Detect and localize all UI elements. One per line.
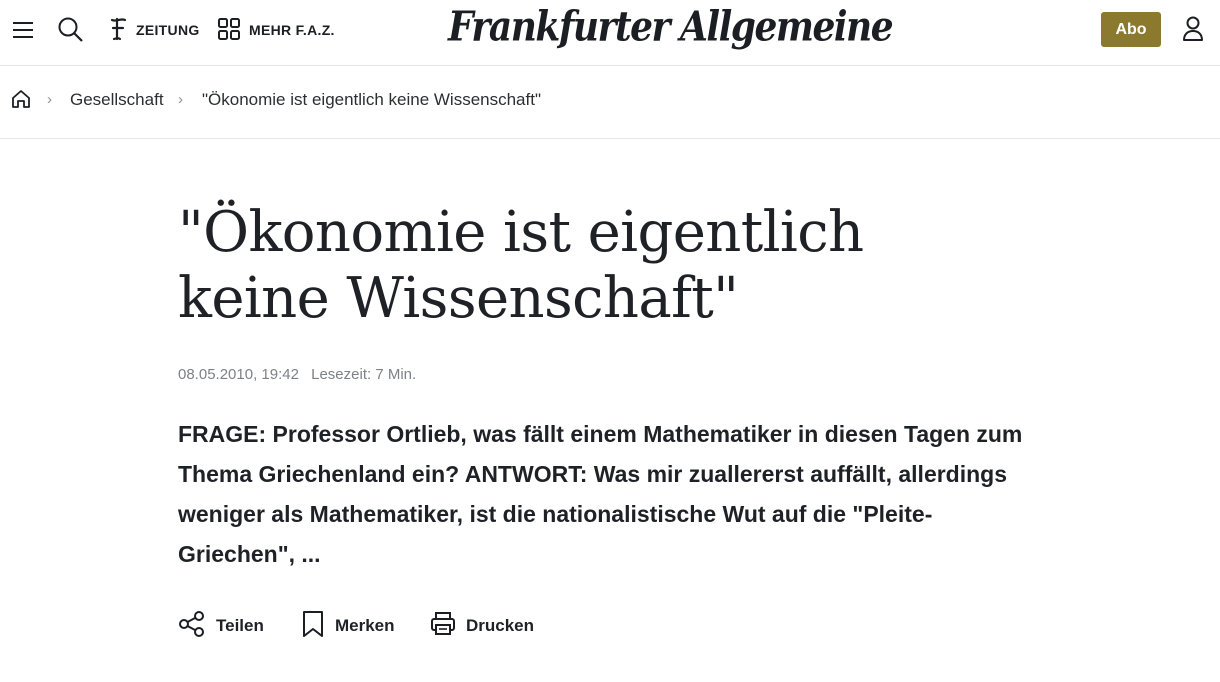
nav-zeitung-label: ZEITUNG xyxy=(136,22,200,38)
print-icon xyxy=(430,610,456,643)
bookmark-label: Merken xyxy=(335,616,395,635)
article-title: "Ökonomie ist eigentlich keine Wissensch… xyxy=(178,200,864,331)
print-label: Drucken xyxy=(466,616,535,635)
search-icon[interactable] xyxy=(57,15,85,45)
faz-f-icon xyxy=(108,16,128,45)
breadcrumb-current-article: "Ökonomie ist eigentlich keine Wissensch… xyxy=(202,90,541,109)
nav-zeitung[interactable]: ZEITUNG xyxy=(108,17,200,43)
share-label: Teilen xyxy=(216,616,264,635)
article-teaser: FRAGE: Professor Ortlieb, was fällt eine… xyxy=(178,421,1023,567)
share-icon xyxy=(178,610,206,643)
breadcrumb-separator: › xyxy=(47,91,52,108)
home-icon[interactable] xyxy=(10,88,32,110)
article-date: 08.05.2010, 19:42 xyxy=(178,366,299,383)
user-icon[interactable] xyxy=(1180,15,1206,43)
breadcrumb-gesellschaft[interactable]: Gesellschaft xyxy=(70,90,164,110)
abo-button[interactable]: Abo xyxy=(1101,12,1161,47)
bookmark-icon xyxy=(301,610,325,643)
article-meta: 08.05.2010, 19:42 Lesezeit: 7 Min. xyxy=(178,366,424,383)
share-button[interactable]: Teilen xyxy=(178,610,264,642)
breadcrumb: › Gesellschaft › "Ökonomie ist eigentlic… xyxy=(0,66,1220,139)
site-header: ZEITUNG MEHR F.A.Z. Frankfurter Allgemei… xyxy=(0,0,1220,66)
grid-icon xyxy=(217,17,241,44)
menu-icon[interactable] xyxy=(10,17,36,43)
bookmark-button[interactable]: Merken xyxy=(301,610,395,642)
nav-mehr-faz[interactable]: MEHR F.A.Z. xyxy=(217,17,335,43)
breadcrumb-separator: › xyxy=(178,91,183,108)
reading-time: Lesezeit: 7 Min. xyxy=(311,366,417,383)
nav-mehr-faz-label: MEHR F.A.Z. xyxy=(249,22,335,38)
print-button[interactable]: Drucken xyxy=(430,610,534,642)
site-logo[interactable]: Frankfurter Allgemeine xyxy=(448,2,894,57)
